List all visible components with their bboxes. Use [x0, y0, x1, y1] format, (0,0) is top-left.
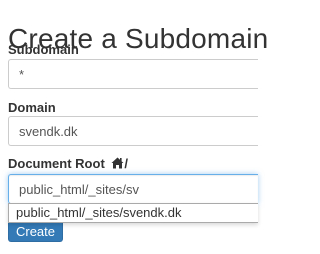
autocomplete-list: public_html/_sites/svendk.dk — [8, 203, 258, 223]
document-root-input[interactable] — [8, 174, 258, 204]
domain-select[interactable] — [8, 116, 258, 146]
autocomplete-item[interactable]: public_html/_sites/svendk.dk — [9, 204, 258, 222]
document-root-suffix: / — [124, 156, 129, 171]
subdomain-label: Subdomain — [8, 42, 79, 57]
document-root-label-row: Document Root / — [8, 156, 128, 171]
domain-label: Domain — [8, 100, 56, 115]
create-subdomain-form: Create a Subdomain Subdomain Domain Docu… — [0, 0, 268, 254]
home-icon — [111, 157, 124, 169]
create-button[interactable]: Create — [8, 222, 63, 242]
document-root-label: Document Root — [8, 156, 105, 171]
subdomain-input[interactable] — [8, 59, 258, 89]
